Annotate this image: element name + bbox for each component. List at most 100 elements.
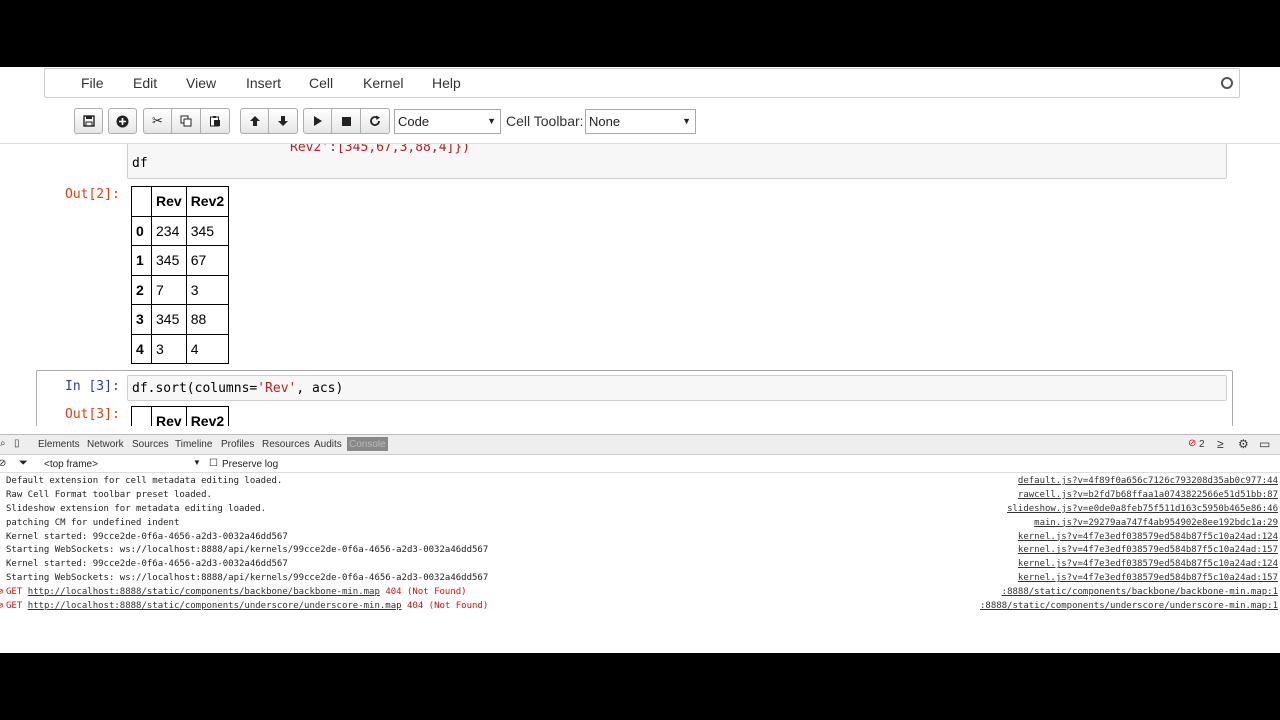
tab-audits[interactable]: Audits	[314, 439, 342, 450]
tab-resources[interactable]: Resources	[262, 439, 310, 450]
run-cell-button[interactable]	[303, 108, 332, 134]
frame-select[interactable]: <top frame>	[44, 459, 98, 470]
tab-timeline[interactable]: Timeline	[175, 439, 212, 450]
log-source-link[interactable]: :8888/static/components/underscore/under…	[980, 600, 1278, 614]
inspect-icon[interactable]: ⌕	[0, 438, 6, 449]
scissors-icon: ✂	[152, 113, 163, 128]
table-row: 3 345 88	[131, 304, 230, 335]
table-cell: 234	[151, 215, 187, 246]
log-source-link[interactable]: :8888/static/components/backbone/backbon…	[1002, 586, 1278, 600]
table-cell: 7	[151, 274, 187, 305]
dock-icon[interactable]: ▭	[1259, 437, 1270, 451]
log-source-link[interactable]: default.js?v=4f89f0a656c7126c793208d35ab…	[1018, 475, 1278, 489]
log-message: Starting WebSockets: ws://localhost:8888…	[6, 545, 489, 556]
arrow-down-icon	[278, 116, 288, 126]
request-url-link[interactable]: http://localhost:8888/static/components/…	[28, 601, 402, 611]
filter-icon[interactable]: ⏷	[19, 457, 28, 470]
log-source-link[interactable]: slideshow.js?v=e0de0a8feb75f511d163c5950…	[1007, 503, 1278, 517]
table-row: 0 234 345	[131, 215, 230, 246]
log-source-link[interactable]: kernel.js?v=4f7e3edf038579ed584b87f5c10a…	[1018, 558, 1278, 572]
cell-toolbar-select[interactable]: None ▼	[585, 109, 696, 134]
cell-type-value: Code	[398, 114, 430, 129]
tab-network[interactable]: Network	[87, 439, 124, 450]
console-log-line: Kernel started: 99cce2de-0f6a-4656-a2d3-…	[0, 558, 1280, 572]
log-message: patching CM for undefined indent	[6, 517, 180, 528]
code-line: df.sort(columns='Rev', acs)	[132, 381, 343, 396]
devtools-panel: ⌕ ▯ Elements Network Sources Timeline Pr…	[0, 434, 1280, 653]
log-source-link[interactable]: kernel.js?v=4f7e3edf038579ed584b87f5c10a…	[1018, 531, 1278, 545]
restart-kernel-button[interactable]	[361, 108, 390, 134]
table-row: 273	[131, 274, 230, 305]
code-suffix: , acs)	[296, 381, 344, 396]
tab-console[interactable]: Console	[347, 437, 388, 451]
row-index: 0	[131, 215, 152, 246]
log-source-link[interactable]: main.js?v=29279aa747f4ab954902e8ee192bdc…	[1034, 517, 1278, 531]
console-log-line: Starting WebSockets: ws://localhost:8888…	[0, 572, 1280, 586]
copy-button[interactable]	[172, 108, 201, 134]
log-source-link[interactable]: rawcell.js?v=b2fd7b68ffaa1a0743822566e51…	[1018, 489, 1278, 503]
plus-circle-icon	[116, 115, 129, 127]
error-count[interactable]: 2	[1199, 439, 1205, 450]
cell-type-select[interactable]: Code ▼	[394, 109, 501, 134]
menu-view[interactable]: View	[186, 75, 216, 91]
log-source-link[interactable]: kernel.js?v=4f7e3edf038579ed584b87f5c10a…	[1018, 544, 1278, 558]
in-prompt-3: In [3]:	[65, 379, 120, 394]
frame-dropdown-icon[interactable]: ▼	[193, 458, 201, 467]
menu-cell[interactable]: Cell	[309, 75, 333, 91]
menu-insert[interactable]: Insert	[246, 75, 281, 91]
menu-help[interactable]: Help	[432, 75, 461, 91]
request-status: 404 (Not Found)	[385, 587, 467, 598]
tab-sources[interactable]: Sources	[132, 439, 169, 450]
interrupt-kernel-button[interactable]	[332, 108, 361, 134]
preserve-log-checkbox[interactable]: ☐	[209, 458, 218, 469]
table-cell: 88	[185, 304, 230, 335]
error-icon: ⊘	[0, 587, 4, 598]
log-source-link[interactable]: kernel.js?v=4f7e3edf038579ed584b87f5c10a…	[1018, 572, 1278, 586]
device-icon[interactable]: ▯	[14, 438, 20, 449]
drawer-icon[interactable]: ≥	[1217, 437, 1224, 451]
code-line-partial: Rev2':[345,67,3,88,4]})	[290, 143, 471, 155]
tab-elements[interactable]: Elements	[38, 439, 80, 450]
cut-button[interactable]: ✂	[143, 108, 172, 134]
log-message: Raw Cell Format toolbar preset loaded.	[6, 489, 212, 500]
log-message: GET http://localhost:8888/static/compone…	[6, 600, 488, 614]
menu-edit[interactable]: Edit	[133, 75, 157, 91]
code-string: 'Rev'	[257, 381, 297, 396]
gear-icon[interactable]: ⚙	[1238, 437, 1249, 451]
error-icon: ⊘	[0, 601, 4, 612]
jupyter-window: File Edit View Insert Cell Kernel Help ✂	[0, 67, 1280, 653]
paste-button[interactable]	[201, 108, 230, 134]
arrow-up-icon	[249, 116, 260, 126]
row-index: 2	[131, 274, 152, 305]
code-prefix: df.sort(columns=	[132, 381, 258, 396]
clear-console-icon[interactable]: ⊘	[0, 458, 6, 469]
console-log-line: Slideshow extension for metadata editing…	[0, 503, 1280, 517]
menu-file[interactable]: File	[81, 75, 104, 91]
row-index: 3	[131, 304, 152, 335]
cell-3-input[interactable]: df.sort(columns='Rev', acs)	[127, 375, 1227, 401]
column-header: Rev	[151, 406, 187, 426]
console-log-line: Default extension for cell metadata edit…	[0, 475, 1280, 489]
move-cell-down-button[interactable]	[269, 108, 298, 134]
tab-profiles[interactable]: Profiles	[221, 439, 254, 450]
column-header: Rev2	[185, 186, 230, 217]
menu-kernel[interactable]: Kernel	[363, 75, 403, 91]
table-cell: 4	[185, 333, 230, 364]
cell-2-input[interactable]: Rev2':[345,67,3,88,4]}) df	[127, 143, 1227, 179]
refresh-icon	[370, 115, 380, 126]
menubar: File Edit View Insert Cell Kernel Help	[44, 68, 1240, 98]
notebook-area[interactable]: Rev2':[345,67,3,88,4]}) df Out[2]: Rev Re…	[0, 143, 1280, 426]
request-url-link[interactable]: http://localhost:8888/static/components/…	[28, 587, 380, 597]
cell-toolbar-value: None	[589, 114, 621, 129]
move-cell-up-button[interactable]	[240, 108, 269, 134]
console-log-line: Kernel started: 99cce2de-0f6a-4656-a2d3-…	[0, 531, 1280, 545]
cell-3[interactable]: In [3]: df.sort(columns='Rev', acs) Out[…	[36, 370, 1233, 426]
insert-cell-button[interactable]	[108, 108, 137, 134]
dataframe-output-2: Rev Rev2 0 234 345 1 345 67 2 7 3 3 345 88 4 3 4	[131, 186, 230, 364]
select-arrow-icon: ▼	[682, 116, 691, 126]
table-cell: 345	[185, 215, 230, 246]
save-button[interactable]	[74, 108, 103, 134]
table-cell: 3	[185, 274, 230, 305]
preserve-log-label: Preserve log	[222, 459, 279, 470]
log-message: Slideshow extension for metadata editing…	[6, 503, 267, 514]
